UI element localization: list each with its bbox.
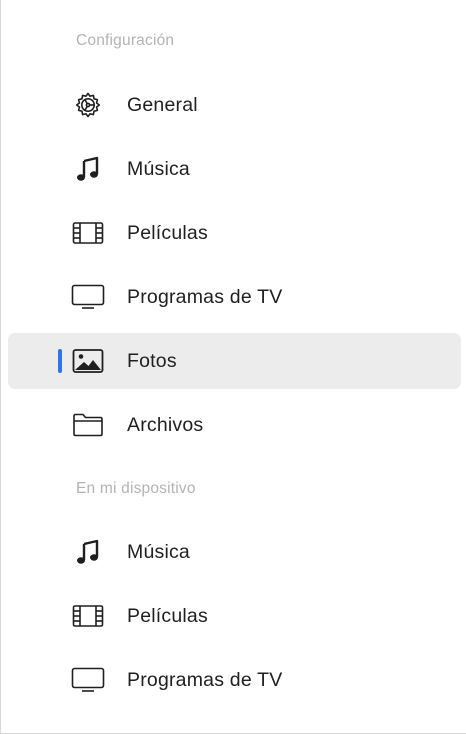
- folder-icon: [71, 410, 105, 440]
- tv-icon: [71, 282, 105, 312]
- music-note-icon: [71, 154, 105, 184]
- photo-icon: [71, 346, 105, 376]
- sidebar-item-label: Programas de TV: [127, 669, 283, 691]
- gear-icon: [71, 90, 105, 120]
- film-icon: [71, 218, 105, 248]
- sidebar-item-label: Películas: [127, 222, 208, 244]
- sidebar-item-general[interactable]: General: [8, 77, 461, 133]
- device-sidebar: Configuración General Música Películas P…: [0, 0, 466, 734]
- sidebar-item-archivos[interactable]: Archivos: [8, 397, 461, 453]
- sidebar-item-peliculas[interactable]: Películas: [8, 205, 461, 261]
- sidebar-item-programas-de-tv-device[interactable]: Programas de TV: [8, 652, 461, 708]
- sidebar-item-musica[interactable]: Música: [8, 141, 461, 197]
- section-header-en-mi-dispositivo: En mi dispositivo: [76, 480, 196, 497]
- film-icon: [71, 601, 105, 631]
- sidebar-item-label: Películas: [127, 605, 208, 627]
- sidebar-item-label: Música: [127, 541, 190, 563]
- tv-icon: [71, 665, 105, 695]
- sidebar-item-programas-de-tv[interactable]: Programas de TV: [8, 269, 461, 325]
- sidebar-item-label: General: [127, 94, 198, 116]
- selection-indicator: [58, 349, 62, 373]
- sidebar-item-label: Programas de TV: [127, 286, 283, 308]
- sidebar-item-peliculas-device[interactable]: Películas: [8, 588, 461, 644]
- sidebar-item-musica-device[interactable]: Música: [8, 524, 461, 580]
- music-note-icon: [71, 537, 105, 567]
- sidebar-item-label: Archivos: [127, 414, 204, 436]
- sidebar-item-label: Fotos: [127, 350, 177, 372]
- sidebar-item-fotos[interactable]: Fotos: [8, 333, 461, 389]
- section-header-configuracion: Configuración: [76, 32, 175, 49]
- sidebar-item-label: Música: [127, 158, 190, 180]
